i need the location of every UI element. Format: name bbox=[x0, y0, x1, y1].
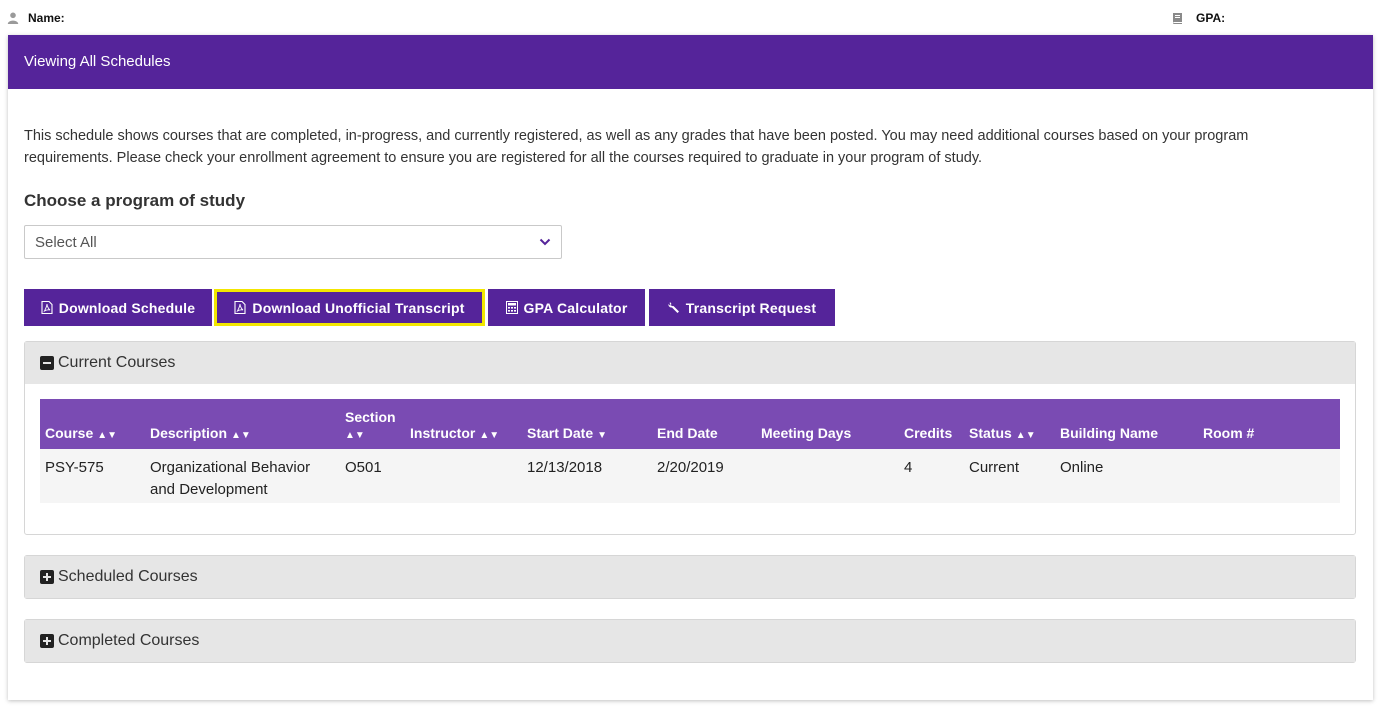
col-section[interactable]: Section ▲▼ bbox=[340, 399, 405, 449]
cell-description: Organizational Behavior and Development bbox=[150, 459, 311, 498]
chevron-down-icon bbox=[539, 238, 551, 246]
minus-square-icon bbox=[40, 356, 54, 370]
col-instructor[interactable]: Instructor ▲▼ bbox=[405, 399, 522, 449]
sort-icon: ▲▼ bbox=[1015, 430, 1036, 441]
scheduled-courses-toggle[interactable]: Scheduled Courses bbox=[25, 556, 1355, 598]
cell-status: Current bbox=[969, 459, 1020, 476]
gpa-label: GPA: bbox=[1196, 11, 1226, 25]
pdf-icon bbox=[234, 301, 246, 314]
pdf-icon bbox=[41, 301, 53, 314]
current-courses-toggle[interactable]: Current Courses bbox=[25, 342, 1355, 384]
user-icon bbox=[7, 12, 19, 24]
scheduled-courses-panel: Scheduled Courses bbox=[24, 555, 1356, 599]
sort-icon: ▲▼ bbox=[231, 430, 251, 441]
col-credits: Credits bbox=[904, 425, 953, 441]
cell-credits: 4 bbox=[904, 459, 913, 476]
sort-desc-icon: ▼ bbox=[597, 430, 608, 441]
download-schedule-button[interactable]: Download Schedule bbox=[24, 289, 212, 326]
top-info-bar: Name: GPA: bbox=[0, 0, 1387, 35]
page-title: Viewing All Schedules bbox=[24, 53, 171, 70]
col-status[interactable]: Status ▲▼ bbox=[964, 399, 1055, 449]
download-transcript-label: Download Unofficial Transcript bbox=[252, 299, 465, 316]
book-icon bbox=[1173, 13, 1182, 24]
cell-course: PSY-575 bbox=[45, 459, 104, 476]
sort-icon: ▲▼ bbox=[97, 430, 118, 441]
transcript-request-button[interactable]: Transcript Request bbox=[649, 289, 835, 326]
program-select[interactable]: Select All bbox=[24, 225, 562, 259]
card-header: Viewing All Schedules bbox=[8, 35, 1373, 89]
wrench-icon bbox=[668, 302, 679, 313]
transcript-request-label: Transcript Request bbox=[685, 299, 817, 316]
current-courses-table: Course ▲▼ Description ▲▼ Section ▲▼ Instruc… bbox=[40, 399, 1340, 503]
download-schedule-label: Download Schedule bbox=[58, 299, 196, 316]
sort-icon: ▲▼ bbox=[345, 430, 365, 441]
current-courses-title: Current Courses bbox=[58, 354, 176, 371]
gpa-calculator-label: GPA Calculator bbox=[523, 299, 628, 316]
name-label: Name: bbox=[28, 11, 65, 25]
col-end-date: End Date bbox=[657, 425, 718, 441]
plus-square-icon bbox=[40, 570, 54, 584]
scheduled-courses-title: Scheduled Courses bbox=[58, 568, 198, 585]
col-start-date[interactable]: Start Date ▼ bbox=[522, 399, 652, 449]
program-heading: Choose a program of study bbox=[24, 191, 246, 210]
completed-courses-toggle[interactable]: Completed Courses bbox=[25, 620, 1355, 662]
col-building-name: Building Name bbox=[1060, 425, 1159, 441]
cell-instructor bbox=[405, 449, 522, 503]
cell-building-name: Online bbox=[1060, 459, 1104, 476]
table-row: PSY-575 Organizational Behavior and Deve… bbox=[40, 449, 1340, 503]
student-name: Name: bbox=[7, 11, 65, 25]
gpa-calculator-button[interactable]: GPA Calculator bbox=[488, 289, 645, 326]
cell-meeting-days bbox=[756, 449, 899, 503]
completed-courses-title: Completed Courses bbox=[58, 632, 200, 649]
completed-courses-panel: Completed Courses bbox=[24, 619, 1356, 663]
table-header-row: Course ▲▼ Description ▲▼ Section ▲▼ Instruc… bbox=[40, 399, 1340, 449]
student-gpa: GPA: bbox=[1171, 11, 1225, 25]
col-room: Room # bbox=[1203, 425, 1255, 441]
calculator-icon bbox=[505, 301, 518, 314]
col-meeting-days: Meeting Days bbox=[761, 425, 852, 441]
current-courses-panel: Current Courses Course ▲▼ Description ▲▼ S… bbox=[24, 341, 1356, 535]
schedules-card: Viewing All Schedules This schedule show… bbox=[8, 35, 1373, 700]
cell-room bbox=[1198, 449, 1340, 503]
program-select-value: Select All bbox=[35, 234, 97, 251]
plus-square-icon bbox=[40, 634, 54, 648]
col-description[interactable]: Description ▲▼ bbox=[145, 399, 340, 449]
intro-text: This schedule shows courses that are com… bbox=[24, 128, 1249, 166]
cell-section: O501 bbox=[345, 459, 382, 476]
col-course[interactable]: Course ▲▼ bbox=[40, 399, 145, 449]
download-unofficial-transcript-button[interactable]: Download Unofficial Transcript bbox=[214, 289, 485, 326]
sort-icon: ▲▼ bbox=[479, 430, 500, 441]
cell-end-date: 2/20/2019 bbox=[657, 459, 724, 476]
cell-start-date: 12/13/2018 bbox=[527, 459, 603, 476]
